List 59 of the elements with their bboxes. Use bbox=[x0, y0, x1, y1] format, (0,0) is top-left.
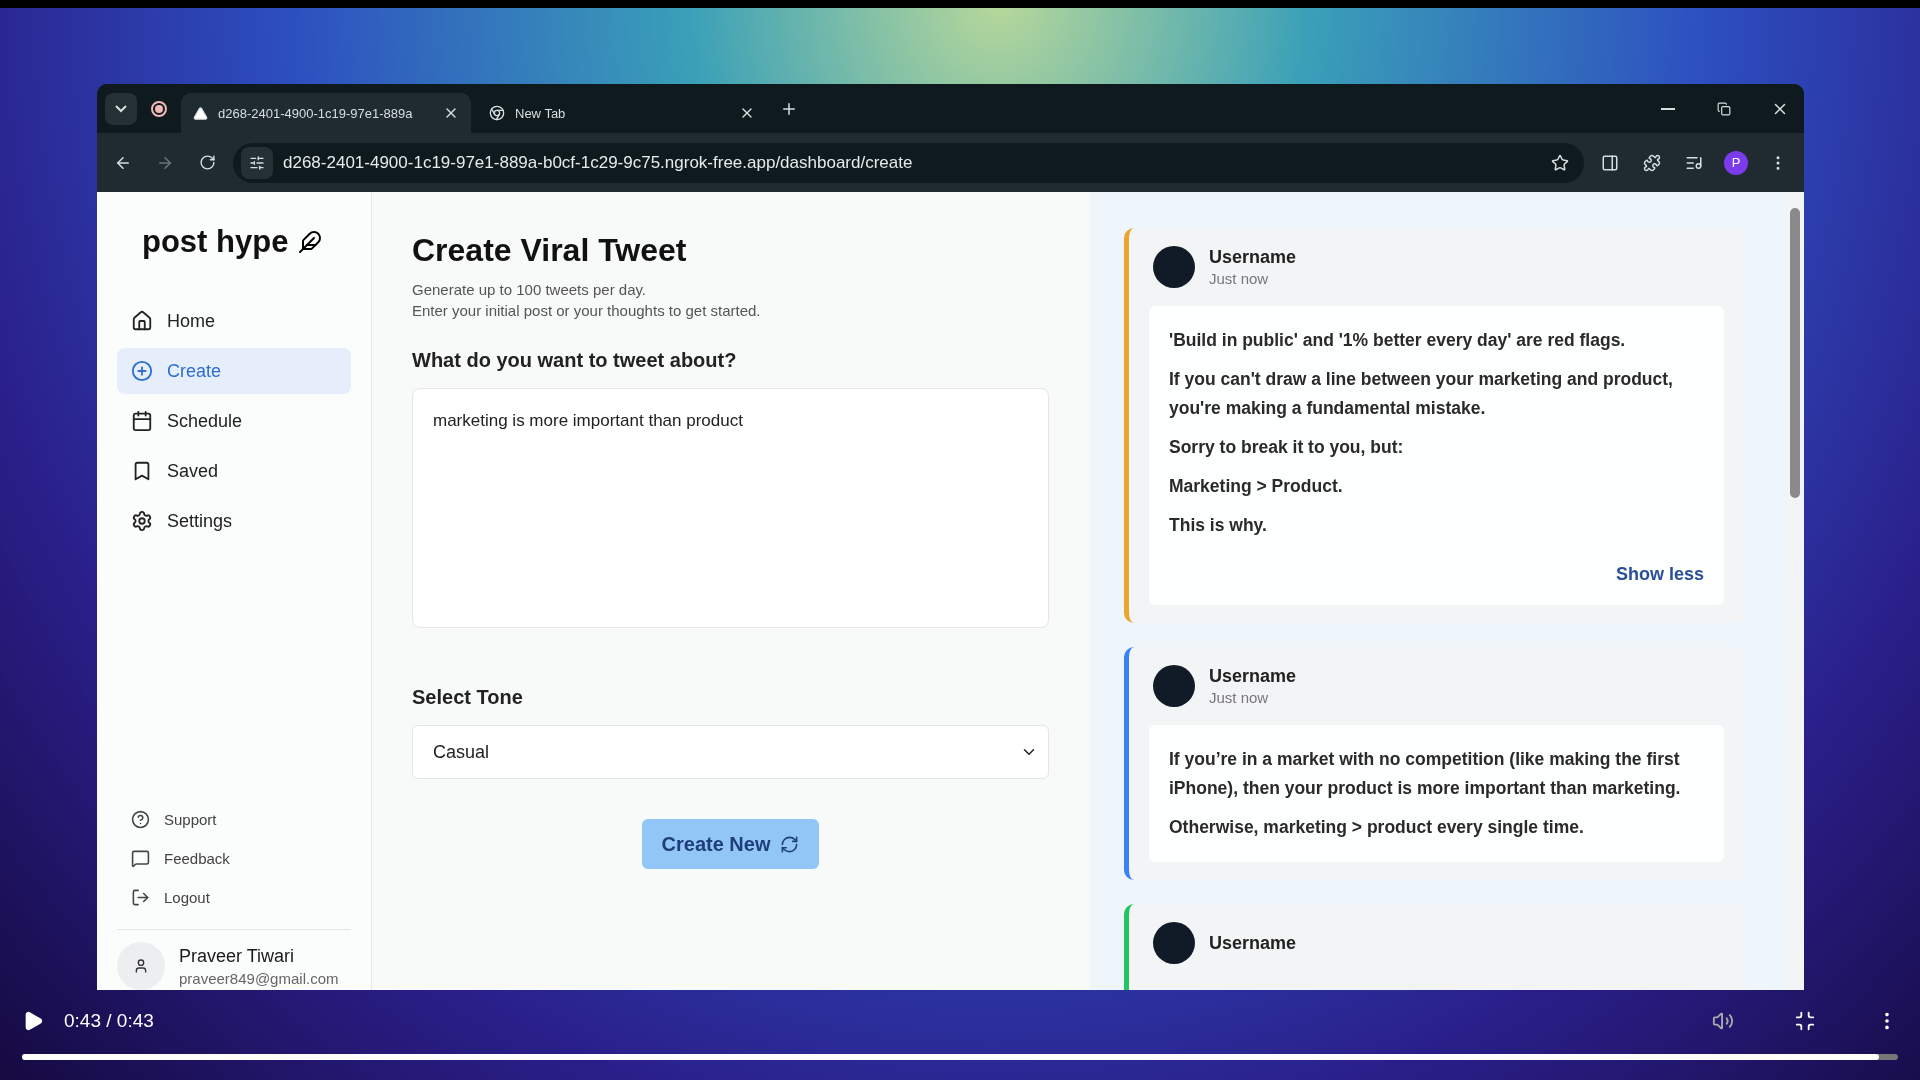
sidebar-link[interactable]: Feedback bbox=[117, 839, 351, 878]
globe-icon bbox=[489, 105, 505, 121]
video-time: 0:43 / 0:43 bbox=[64, 1010, 154, 1032]
post-time: Just now bbox=[1209, 689, 1270, 706]
avatar bbox=[1153, 246, 1195, 288]
minimize-icon bbox=[1661, 107, 1675, 110]
sidebar-link[interactable]: Logout bbox=[117, 878, 351, 917]
tone-select[interactable]: Casual bbox=[412, 725, 1049, 779]
tweet-text: Otherwise, marketing > product every single time. bbox=[1169, 816, 1585, 839]
volume-icon[interactable] bbox=[1712, 1010, 1734, 1032]
logo-text: post hype bbox=[142, 224, 289, 260]
user-email: praveer849@gmail.com bbox=[179, 969, 339, 987]
post-time: Just now bbox=[1209, 270, 1270, 287]
subtitle: Generate up to 100 tweets per day. bbox=[412, 280, 648, 300]
tweet-text: If you’re in a market with no competition (like making the first iPhone), then your product is more important than marketing. bbox=[1169, 748, 1682, 800]
username: Username bbox=[1209, 932, 1297, 954]
message-icon bbox=[131, 849, 150, 868]
avatar bbox=[1153, 922, 1195, 964]
tweet-text: Marketing > Product. bbox=[1169, 475, 1344, 498]
prompt-field[interactable]: marketing is more important than product bbox=[412, 388, 1049, 628]
user-name: Praveer Tiwari bbox=[179, 945, 296, 967]
home-icon bbox=[131, 310, 153, 332]
site-settings-icon[interactable] bbox=[241, 146, 273, 179]
scrollbar[interactable] bbox=[1786, 192, 1804, 990]
subtitle: Enter your initial post or your thoughts to get started. bbox=[412, 301, 762, 321]
tweet-text: If you can't draw a line between your marketing and product, you're making a fundamental mistake. bbox=[1169, 368, 1674, 420]
address-bar[interactable]: d268-2401-4900-1c19-97e1-889a-b0cf-1c29-9c75.ngrok-free.app/dashboard/create bbox=[233, 142, 1584, 183]
prompt-label: What do you want to tweet about? bbox=[412, 349, 738, 372]
sidebar-link[interactable]: Support bbox=[117, 800, 351, 839]
refresh-icon bbox=[780, 834, 800, 854]
nav-item[interactable]: Schedule bbox=[117, 398, 351, 444]
username: Username bbox=[1209, 247, 1297, 268]
logout-icon bbox=[131, 888, 150, 907]
nav-item[interactable]: Home bbox=[117, 298, 351, 344]
nav-item[interactable]: Settings bbox=[117, 498, 351, 544]
browser-tab[interactable]: d268-2401-4900-1c19-97e1-889a bbox=[181, 93, 471, 133]
restore-icon bbox=[1717, 101, 1731, 116]
exit-fullscreen-icon[interactable] bbox=[1794, 1010, 1816, 1032]
tweet-text: Sorry to break it to you, but: bbox=[1169, 436, 1405, 459]
tab-search-button[interactable] bbox=[105, 92, 137, 125]
triangle-icon bbox=[193, 105, 208, 121]
username: Username bbox=[1209, 666, 1297, 687]
tweet-text: This is why. bbox=[1169, 514, 1268, 537]
help-icon bbox=[131, 810, 150, 829]
avatar bbox=[1153, 665, 1195, 707]
page-title: Create Viral Tweet bbox=[412, 232, 688, 269]
show-less-link[interactable]: Show less bbox=[1615, 564, 1704, 585]
nav-item[interactable]: Create bbox=[117, 348, 351, 394]
browser-tab[interactable]: New Tab bbox=[477, 93, 767, 133]
tweet-text: 'Build in public' and '1% better every day' are red flags. bbox=[1169, 329, 1627, 352]
nav-item[interactable]: Saved bbox=[117, 448, 351, 494]
settings-icon bbox=[131, 510, 153, 532]
tone-label: Select Tone bbox=[412, 686, 524, 709]
chevron-down-icon bbox=[115, 104, 127, 113]
calendar-icon bbox=[131, 410, 153, 432]
create-new-button[interactable]: Create New bbox=[641, 819, 820, 869]
feather-icon bbox=[298, 230, 323, 254]
plus-circle-icon bbox=[131, 360, 153, 382]
reload-icon bbox=[198, 154, 216, 171]
